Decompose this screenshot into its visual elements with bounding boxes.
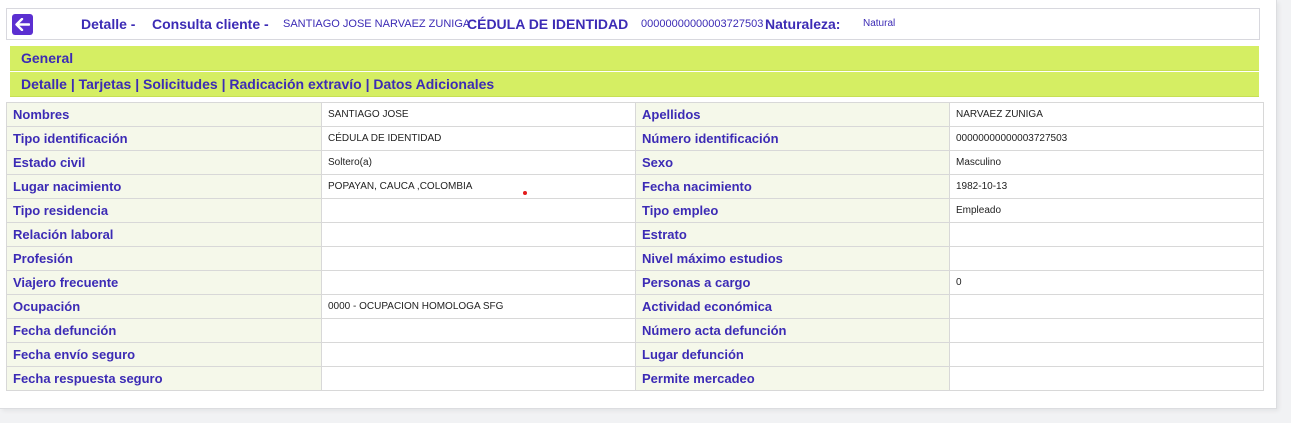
field-label: Estrato <box>635 222 950 247</box>
tab-separator: | <box>70 76 75 92</box>
cursor-marker <box>523 191 527 195</box>
field-label: Tipo empleo <box>635 198 950 223</box>
section-general-label: General <box>21 50 74 66</box>
tab-datos-adicionales[interactable]: Datos Adicionales <box>373 76 494 92</box>
field-label: Nivel máximo estudios <box>635 246 950 271</box>
consulta-title: Consulta cliente - <box>152 16 269 32</box>
field-value <box>949 246 1264 271</box>
field-label: Fecha defunción <box>6 318 322 343</box>
table-row: Estado civil Soltero(a) Sexo Masculino <box>6 150 1264 175</box>
field-value <box>321 342 636 367</box>
main-panel: Detalle - Consulta cliente - SANTIAGO JO… <box>0 0 1277 409</box>
field-label: Permite mercadeo <box>635 366 950 391</box>
field-value <box>949 222 1264 247</box>
table-row: Tipo identificación CÉDULA DE IDENTIDAD Nú… <box>6 126 1264 151</box>
field-value <box>949 366 1264 391</box>
field-value <box>321 318 636 343</box>
tab-separator: | <box>365 76 370 92</box>
field-value: NARVAEZ ZUNIGA <box>949 102 1264 127</box>
field-value: Soltero(a) <box>321 150 636 175</box>
tab-solicitudes[interactable]: Solicitudes <box>143 76 218 92</box>
field-label: Fecha respuesta seguro <box>6 366 322 391</box>
field-value <box>321 198 636 223</box>
table-row: Fecha envío seguro Lugar defunción <box>6 342 1264 367</box>
field-label: Apellidos <box>635 102 950 127</box>
detalle-title: Detalle - <box>81 16 136 32</box>
field-label: Número identificación <box>635 126 950 151</box>
naturaleza-value: Natural <box>863 18 896 29</box>
doc-type: CÉDULA DE IDENTIDAD <box>467 16 629 32</box>
field-value <box>321 222 636 247</box>
field-label: Estado civil <box>6 150 322 175</box>
table-row: Profesión Nivel máximo estudios <box>6 246 1264 271</box>
field-value <box>949 294 1264 319</box>
field-label: Nombres <box>6 102 322 127</box>
table-row: Viajero frecuente Personas a cargo 0 <box>6 270 1264 295</box>
field-value: Empleado <box>949 198 1264 223</box>
field-value: 1982-10-13 <box>949 174 1264 199</box>
tab-separator: | <box>221 76 226 92</box>
client-details-table: Nombres SANTIAGO JOSE Apellidos NARVAEZ ZUN… <box>6 102 1264 391</box>
tab-radicacion-extravio[interactable]: Radicación extravío <box>229 76 361 92</box>
field-label: Actividad económica <box>635 294 950 319</box>
field-value <box>321 270 636 295</box>
naturaleza-label: Naturaleza: <box>765 16 841 32</box>
field-value: 0 <box>949 270 1264 295</box>
field-label: Relación laboral <box>6 222 322 247</box>
field-value <box>321 246 636 271</box>
table-row: Relación laboral Estrato <box>6 222 1264 247</box>
table-row: Nombres SANTIAGO JOSE Apellidos NARVAEZ ZUN… <box>6 102 1264 127</box>
section-tabs: Detalle | Tarjetas | Solicitudes | Radic… <box>10 72 1259 97</box>
field-value: 00000000000003727503 <box>949 126 1264 151</box>
arrow-left-icon <box>15 18 30 31</box>
field-value <box>321 366 636 391</box>
table-row: Fecha respuesta seguro Permite mercadeo <box>6 366 1264 391</box>
field-value: SANTIAGO JOSE <box>321 102 636 127</box>
field-label: Sexo <box>635 150 950 175</box>
field-label: Lugar defunción <box>635 342 950 367</box>
field-label: Personas a cargo <box>635 270 950 295</box>
client-header: Detalle - Consulta cliente - SANTIAGO JO… <box>6 8 1260 40</box>
field-value: CÉDULA DE IDENTIDAD <box>321 126 636 151</box>
field-label: Viajero frecuente <box>6 270 322 295</box>
field-value: 0000 - OCUPACION HOMOLOGA SFG <box>321 294 636 319</box>
doc-number: 00000000000003727503 <box>641 18 764 30</box>
field-label: Número acta defunción <box>635 318 950 343</box>
field-label: Fecha envío seguro <box>6 342 322 367</box>
tab-tarjetas[interactable]: Tarjetas <box>79 76 132 92</box>
table-row: Fecha defunción Número acta defunción <box>6 318 1264 343</box>
details-body: Nombres SANTIAGO JOSE Apellidos NARVAEZ ZUN… <box>6 102 1264 391</box>
table-row: Ocupación 0000 - OCUPACION HOMOLOGA SFG Ac… <box>6 294 1264 319</box>
field-value <box>949 342 1264 367</box>
field-label: Tipo identificación <box>6 126 322 151</box>
field-label: Profesión <box>6 246 322 271</box>
field-value <box>949 318 1264 343</box>
field-label: Lugar nacimiento <box>6 174 322 199</box>
field-label: Tipo residencia <box>6 198 322 223</box>
section-general[interactable]: General <box>10 46 1259 71</box>
field-label: Fecha nacimiento <box>635 174 950 199</box>
field-value: POPAYAN, CAUCA ,COLOMBIA <box>321 174 636 199</box>
field-value: Masculino <box>949 150 1264 175</box>
client-name: SANTIAGO JOSE NARVAEZ ZUNIGA <box>283 18 471 30</box>
table-row: Tipo residencia Tipo empleo Empleado <box>6 198 1264 223</box>
tab-separator: | <box>135 76 140 92</box>
field-label: Ocupación <box>6 294 322 319</box>
tab-detalle[interactable]: Detalle <box>21 76 67 92</box>
back-button[interactable] <box>12 14 33 35</box>
table-row: Lugar nacimiento POPAYAN, CAUCA ,COLOMBIA… <box>6 174 1264 199</box>
tabs-nav: Detalle | Tarjetas | Solicitudes | Radic… <box>21 72 494 96</box>
